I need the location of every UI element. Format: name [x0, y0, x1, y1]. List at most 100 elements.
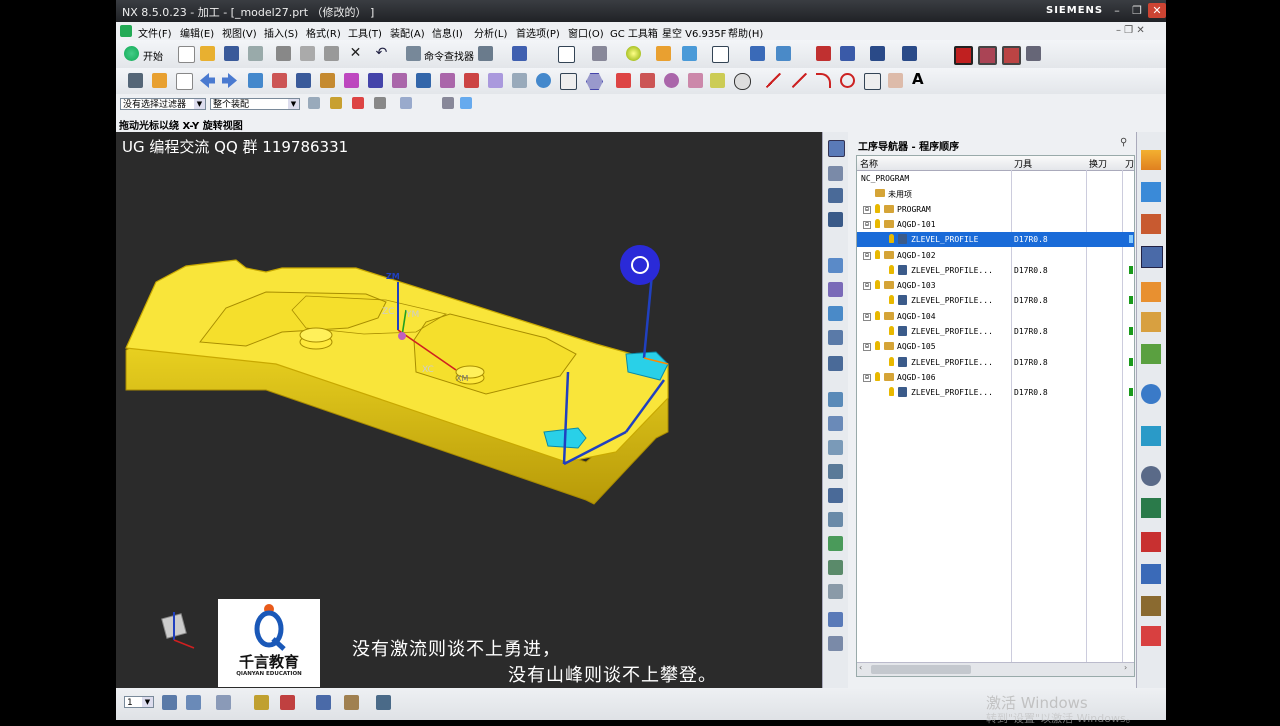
menu-tools[interactable]: 工具(T) — [348, 25, 382, 40]
pick-icon[interactable] — [688, 73, 703, 88]
feature-icon[interactable] — [296, 73, 311, 88]
menu-information[interactable]: 信息(I) — [432, 25, 463, 40]
program-row[interactable]: ⊟ AQGD-101 — [857, 217, 1134, 232]
operation-row[interactable]: ZLEVEL_PROFILE... D17R0.8 — [857, 293, 1134, 308]
operation-row[interactable]: ZLEVEL_PROFILE... D17R0.8 — [857, 355, 1134, 370]
hexagon-icon[interactable] — [586, 73, 603, 90]
machine-tool-view-icon[interactable] — [828, 166, 843, 181]
line-icon[interactable] — [766, 73, 781, 88]
shop-doc-icon[interactable] — [828, 536, 843, 551]
solid-icon[interactable] — [464, 73, 479, 88]
edit-object-icon[interactable] — [128, 73, 143, 88]
program-row[interactable]: ⊟ AQGD-105 — [857, 339, 1134, 354]
cut-icon[interactable] — [276, 46, 291, 61]
close-button[interactable]: ✕ — [1148, 3, 1166, 18]
menu-edit[interactable]: 编辑(E) — [180, 25, 214, 40]
wcs-origin-icon[interactable] — [254, 695, 269, 710]
menu-help[interactable]: 帮助(H) — [728, 25, 763, 40]
menu-format[interactable]: 格式(R) — [306, 25, 341, 40]
replay-toolpath-icon[interactable] — [978, 46, 997, 65]
operation-navigator-tab-icon[interactable] — [1141, 246, 1163, 268]
column-extra[interactable]: 刀 — [1125, 157, 1134, 170]
smart-point-icon[interactable] — [710, 73, 725, 88]
edit-op-icon[interactable] — [828, 282, 843, 297]
program-row[interactable]: 未用项 — [857, 186, 1134, 201]
start-button[interactable]: 开始 — [143, 48, 163, 63]
assembly-scope-dropdown[interactable]: 整个装配 ▼ — [210, 98, 300, 110]
menu-window[interactable]: 窗口(O) — [568, 25, 604, 40]
copy-to-layer-icon[interactable] — [216, 695, 231, 710]
doc-window-controls-icon[interactable]: – ❐ ✕ — [1116, 25, 1145, 36]
operation-row[interactable]: ZLEVEL_PROFILE D17R0.8 — [857, 232, 1134, 248]
create-method-icon[interactable] — [902, 46, 917, 61]
batch-icon[interactable] — [828, 584, 843, 599]
command-finder-icon[interactable] — [406, 46, 421, 61]
feed-icon[interactable] — [828, 612, 843, 627]
constraint-nav-icon[interactable] — [1141, 182, 1161, 202]
box-icon[interactable] — [560, 73, 577, 90]
selection-icon[interactable] — [512, 46, 527, 61]
method-view-icon[interactable] — [828, 212, 843, 227]
general-select-icon[interactable] — [308, 97, 320, 109]
orient-view-icon[interactable] — [592, 46, 607, 61]
create-tool-icon[interactable] — [840, 46, 855, 61]
operation-row[interactable]: ZLEVEL_PROFILE... D17R0.8 — [857, 263, 1134, 278]
selection-filter-dropdown[interactable]: 没有选择过滤器 ▼ — [120, 98, 206, 110]
face-icon[interactable] — [440, 73, 455, 88]
layer-icon[interactable] — [682, 46, 697, 61]
palette-icon[interactable] — [1141, 596, 1161, 616]
move-wcs-icon[interactable] — [776, 46, 791, 61]
clock-icon[interactable] — [1141, 466, 1161, 486]
feature-select-icon[interactable] — [400, 97, 412, 109]
scrollbar-thumb[interactable] — [871, 665, 971, 674]
background-icon[interactable] — [656, 46, 671, 61]
app-menu-icon[interactable] — [120, 25, 132, 37]
operation-row[interactable]: ZLEVEL_PROFILE... D17R0.8 — [857, 385, 1134, 400]
circle-sketch-icon[interactable] — [840, 73, 855, 88]
method-icon[interactable] — [828, 636, 843, 651]
snap-icon[interactable] — [478, 46, 493, 61]
wcs-rotate-icon[interactable] — [280, 695, 295, 710]
generate-toolpath-icon[interactable] — [954, 46, 973, 65]
shading-icon[interactable] — [392, 73, 407, 88]
delete-op-icon[interactable] — [828, 356, 843, 371]
select-body-icon[interactable] — [442, 97, 454, 109]
roles-icon[interactable] — [1141, 498, 1161, 518]
text-icon[interactable]: A — [912, 72, 927, 87]
measure-icon[interactable] — [376, 695, 391, 710]
blank-icon[interactable] — [344, 73, 359, 88]
minimize-button[interactable]: – — [1108, 3, 1126, 18]
expander-icon[interactable]: ⊟ — [863, 343, 871, 352]
program-order-view-icon[interactable] — [828, 140, 845, 157]
manufacturing-wizard-icon[interactable] — [1141, 564, 1161, 584]
scroll-right-icon[interactable]: › — [1124, 663, 1127, 672]
wcs-orient-icon[interactable] — [316, 695, 331, 710]
scroll-left-icon[interactable]: ‹ — [859, 663, 862, 672]
part-navigator-icon[interactable] — [1141, 214, 1161, 234]
graphics-window[interactable]: ZM ZC YM XC XM UG 编程交流 QQ 群 119786331 千言… — [116, 132, 822, 688]
web-browser-icon[interactable] — [1141, 344, 1161, 364]
quick-pick-icon[interactable] — [352, 97, 364, 109]
operation-row[interactable]: ZLEVEL_PROFILE... D17R0.8 — [857, 324, 1134, 339]
block-icon[interactable] — [320, 73, 335, 88]
expander-icon[interactable]: ⊟ — [863, 205, 871, 214]
geometry-view-icon[interactable] — [828, 188, 843, 203]
horizontal-scrollbar[interactable]: ‹ › — [857, 662, 1134, 676]
process-studio-icon[interactable] — [1141, 426, 1161, 446]
menu-gc-toolkit[interactable]: GC 工具箱 — [610, 25, 658, 40]
post-icon[interactable] — [828, 512, 843, 527]
column-tool[interactable]: 刀具 — [1014, 157, 1032, 170]
curve-icon[interactable] — [512, 73, 527, 88]
start-icon[interactable] — [124, 46, 139, 61]
circle-icon[interactable] — [734, 73, 751, 90]
sphere-icon[interactable] — [536, 73, 551, 88]
print-icon[interactable] — [248, 46, 263, 61]
move-to-layer-icon[interactable] — [186, 695, 201, 710]
list-toolpath-icon[interactable] — [828, 440, 843, 455]
column-toolchange[interactable]: 换刀 — [1089, 157, 1107, 170]
output-cls-icon[interactable] — [828, 560, 843, 575]
wcs-dynamics-icon[interactable] — [344, 695, 359, 710]
command-finder-button[interactable]: 命令查找器 — [424, 48, 474, 63]
program-row[interactable]: ⊟ PROGRAM — [857, 202, 1134, 217]
assembly-nav-icon[interactable] — [1141, 150, 1161, 170]
